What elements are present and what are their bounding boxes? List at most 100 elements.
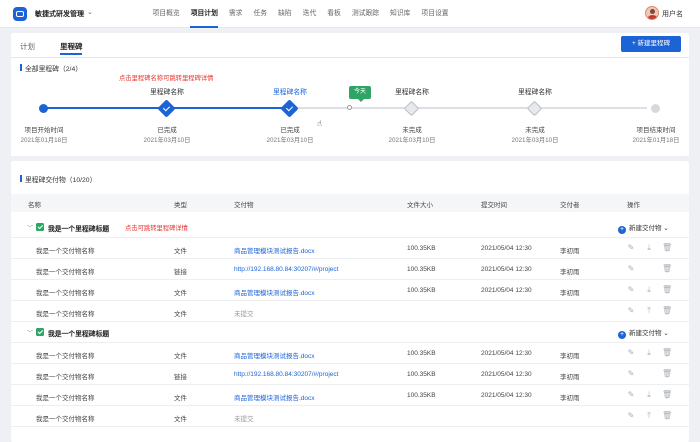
deliverable-submitter: 李初雨 [560,374,580,381]
milestone-status: 已完成 [280,127,300,134]
deliverable-size: 100.35KB [407,371,436,378]
tab-plan[interactable]: 计划 [20,41,35,52]
chevron-down-icon[interactable]: ⌄ [87,8,93,16]
plus-icon: + [618,226,626,234]
table-row: 我是一个交付物名称 文件 商品管理模块测试报告.docx 100.35KB 20… [11,280,689,301]
milestone-node-todo[interactable] [526,100,543,117]
edit-icon[interactable]: ✎ [626,306,636,316]
edit-icon[interactable]: ✎ [626,390,636,400]
new-deliverable-button[interactable]: + 新建交付物 ⌄ [618,222,669,234]
deliverable-not-submitted: 未提交 [234,416,254,423]
nav-project-plan[interactable]: 项目计划 [185,0,223,28]
edit-icon[interactable]: ✎ [626,243,636,253]
upload-icon[interactable]: ⤒ [644,306,654,316]
milestone-status: 项目结束时间 [636,127,676,134]
nav-project-settings[interactable]: 项目设置 [416,0,454,28]
project-start-node [39,104,48,113]
milestone-date: 2021年03月10日 [511,137,559,144]
upload-icon[interactable]: ⤒ [644,411,654,421]
delete-icon[interactable]: 🗑 [662,285,672,295]
top-bar: 敏捷式研发管理 ⌄ 项目概览 项目计划 需求 任务 缺陷 迭代 看板 测试跟踪 … [0,0,700,28]
milestone-date: 2021年03月10日 [388,137,436,144]
milestone-group-title[interactable]: 我是一个里程碑标题 [48,223,109,233]
milestone-group-title[interactable]: 我是一个里程碑标题 [48,328,109,338]
edit-icon[interactable]: ✎ [626,369,636,379]
deliverable-submitter: 李初雨 [560,395,580,402]
nav-test-tracking[interactable]: 测试跟踪 [346,0,384,28]
milestone-name[interactable]: 里程碑名称 [382,86,442,96]
delete-icon[interactable]: 🗑 [662,411,672,421]
table-row: 我是一个交付物名称 文件 未提交 ✎ ⤒ 🗑 [11,406,689,427]
download-icon[interactable]: ⤓ [644,348,654,358]
column-header: 文件大小 [407,202,433,209]
milestone-status: 未完成 [525,127,545,134]
delete-icon[interactable]: 🗑 [662,243,672,253]
edit-icon[interactable]: ✎ [626,264,636,274]
column-header: 提交时间 [481,202,507,209]
deliverable-type: 文件 [174,311,187,318]
avatar[interactable] [645,6,659,20]
nav-tasks[interactable]: 任务 [248,0,273,28]
app-logo-icon[interactable] [13,7,27,21]
group-annotation: 点击可跳转里程碑详情 [125,225,188,232]
download-icon[interactable]: ⤓ [644,390,654,400]
table-row: 我是一个交付物名称 文件 商品管理模块测试报告.docx 100.35KB 20… [11,238,689,259]
milestone-name[interactable]: 里程碑名称 [260,86,320,96]
delete-icon[interactable]: 🗑 [662,348,672,358]
milestone-node-done[interactable] [157,99,176,118]
deliverable-not-submitted: 未提交 [234,311,254,318]
milestone-check-icon [36,223,44,231]
tab-milestone[interactable]: 里程碑 [60,41,83,52]
milestone-date: 2021年01月18日 [632,137,680,144]
deliverable-link[interactable]: 商品管理模块测试报告.docx [234,350,315,360]
milestone-group-row: ﹀ 我是一个里程碑标题 点击可跳转里程碑详情 + 新建交付物 ⌄ [11,217,689,238]
deliverable-name: 我是一个交付物名称 [36,311,95,318]
username[interactable]: 用户名 [662,9,683,19]
deliverable-link[interactable]: http://192.168.80.84:30207/#/project [234,371,338,378]
deliverable-name: 我是一个交付物名称 [36,353,95,360]
nav-iterations[interactable]: 迭代 [297,0,322,28]
chevron-down-icon[interactable]: ﹀ [27,328,33,337]
today-tag: 今天 [349,86,371,102]
milestone-node-todo[interactable] [403,100,420,117]
new-milestone-button[interactable]: + 新建里程碑 [621,36,681,52]
deliverable-link[interactable]: 商品管理模块测试报告.docx [234,287,315,297]
new-deliverable-button[interactable]: + 新建交付物 ⌄ [618,327,669,339]
delete-icon[interactable]: 🗑 [662,369,672,379]
nav-overview[interactable]: 项目概览 [147,0,185,28]
download-icon[interactable]: ⤓ [644,285,654,295]
app-title[interactable]: 敏捷式研发管理 [35,9,84,19]
deliverables-section-title: 里程碑交付物（10/20） [20,174,96,184]
chevron-down-icon[interactable]: ﹀ [27,223,33,232]
edit-icon[interactable]: ✎ [626,348,636,358]
milestone-node-done[interactable] [280,99,299,118]
deliverable-type: 文件 [174,248,187,255]
deliverable-link[interactable]: 商品管理模块测试报告.docx [234,245,315,255]
main-nav: 项目概览 项目计划 需求 任务 缺陷 迭代 看板 测试跟踪 知识库 项目设置 [147,0,454,28]
delete-icon[interactable]: 🗑 [662,306,672,316]
milestones-section-title: 全部里程碑（2/4） [20,63,82,73]
table-row: 我是一个交付物名称 文件 商品管理模块测试报告.docx 100.35KB 20… [11,343,689,364]
deliverable-link[interactable]: 商品管理模块测试报告.docx [234,392,315,402]
edit-icon[interactable]: ✎ [626,285,636,295]
milestone-name[interactable]: 里程碑名称 [505,86,565,96]
deliverable-name: 我是一个交付物名称 [36,374,95,381]
deliverable-time: 2021/05/04 12:30 [481,266,532,273]
nav-bugs[interactable]: 缺陷 [273,0,298,28]
project-end-node [651,104,660,113]
table-row: 我是一个交付物名称 文件 商品管理模块测试报告.docx 100.35KB 20… [11,385,689,406]
download-icon[interactable]: ⤓ [644,243,654,253]
deliverable-type: 文件 [174,353,187,360]
nav-requirements[interactable]: 需求 [223,0,248,28]
deliverable-size: 100.35KB [407,287,436,294]
deliverable-name: 我是一个交付物名称 [36,290,95,297]
delete-icon[interactable]: 🗑 [662,264,672,274]
deliverable-name: 我是一个交付物名称 [36,395,95,402]
deliverable-type: 文件 [174,416,187,423]
nav-board[interactable]: 看板 [322,0,347,28]
nav-knowledge-base[interactable]: 知识库 [385,0,416,28]
milestone-name[interactable]: 里程碑名称 [137,86,197,96]
deliverable-link[interactable]: http://192.168.80.84:30207/#/project [234,266,338,273]
delete-icon[interactable]: 🗑 [662,390,672,400]
edit-icon[interactable]: ✎ [626,411,636,421]
